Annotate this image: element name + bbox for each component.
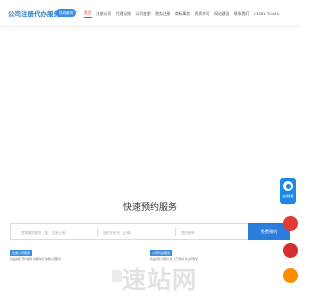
nav-item-license[interactable]: 资质许可: [195, 10, 210, 18]
nav-item-register[interactable]: 注册公司: [96, 10, 111, 18]
watermark-logo-icon: [112, 270, 122, 282]
watermark: 速站网: [122, 266, 197, 294]
service-tag-register[interactable]: 注册公司服务: [10, 250, 33, 256]
float-top-button[interactable]: [283, 268, 298, 283]
nav-item-home[interactable]: 首页: [84, 9, 92, 18]
main-nav: 首页 注册公司 代理记账 公司变更 税务注册 商标事务 资质许可 网站建设 联系…: [84, 9, 283, 18]
nav-item-trademark[interactable]: 商标事务: [175, 10, 190, 18]
site-header: 公司注册代办服务 热线服务 首页 注册公司 代理记账 公司变更 税务注册 商标事…: [0, 0, 300, 27]
float-phone-button[interactable]: [283, 216, 298, 231]
site-logo[interactable]: 公司注册代办服务: [8, 8, 60, 18]
hero-title: 快速预约服务: [122, 203, 177, 213]
service-list-register[interactable]: 营业执照 开户服务 办理许可 注册公司服务: [10, 257, 61, 261]
float-message-button[interactable]: [283, 243, 298, 258]
headset-icon: [283, 181, 293, 191]
form-divider: [175, 228, 176, 236]
nav-item-change[interactable]: 公司变更: [135, 10, 150, 18]
nav-item-tax[interactable]: 税务注册: [155, 10, 170, 18]
nav-item-contact[interactable]: 联系我们: [234, 10, 249, 18]
phone-input[interactable]: [103, 230, 173, 236]
online-service-button[interactable]: 在线客服: [280, 178, 296, 204]
form-divider: [97, 228, 98, 236]
service-input[interactable]: [21, 230, 91, 236]
nav-phone[interactable]: 13581 70444: [254, 10, 279, 17]
nav-item-accounting[interactable]: 代理记账: [116, 10, 131, 18]
booking-form: 免费预约: [10, 223, 290, 240]
header-badge[interactable]: 热线服务: [56, 9, 77, 17]
online-service-label: 在线客服: [282, 194, 294, 198]
nav-item-website[interactable]: 网站建设: [214, 10, 229, 18]
name-input[interactable]: [181, 230, 241, 236]
service-tag-agency[interactable]: 公司代办服务: [150, 250, 173, 256]
